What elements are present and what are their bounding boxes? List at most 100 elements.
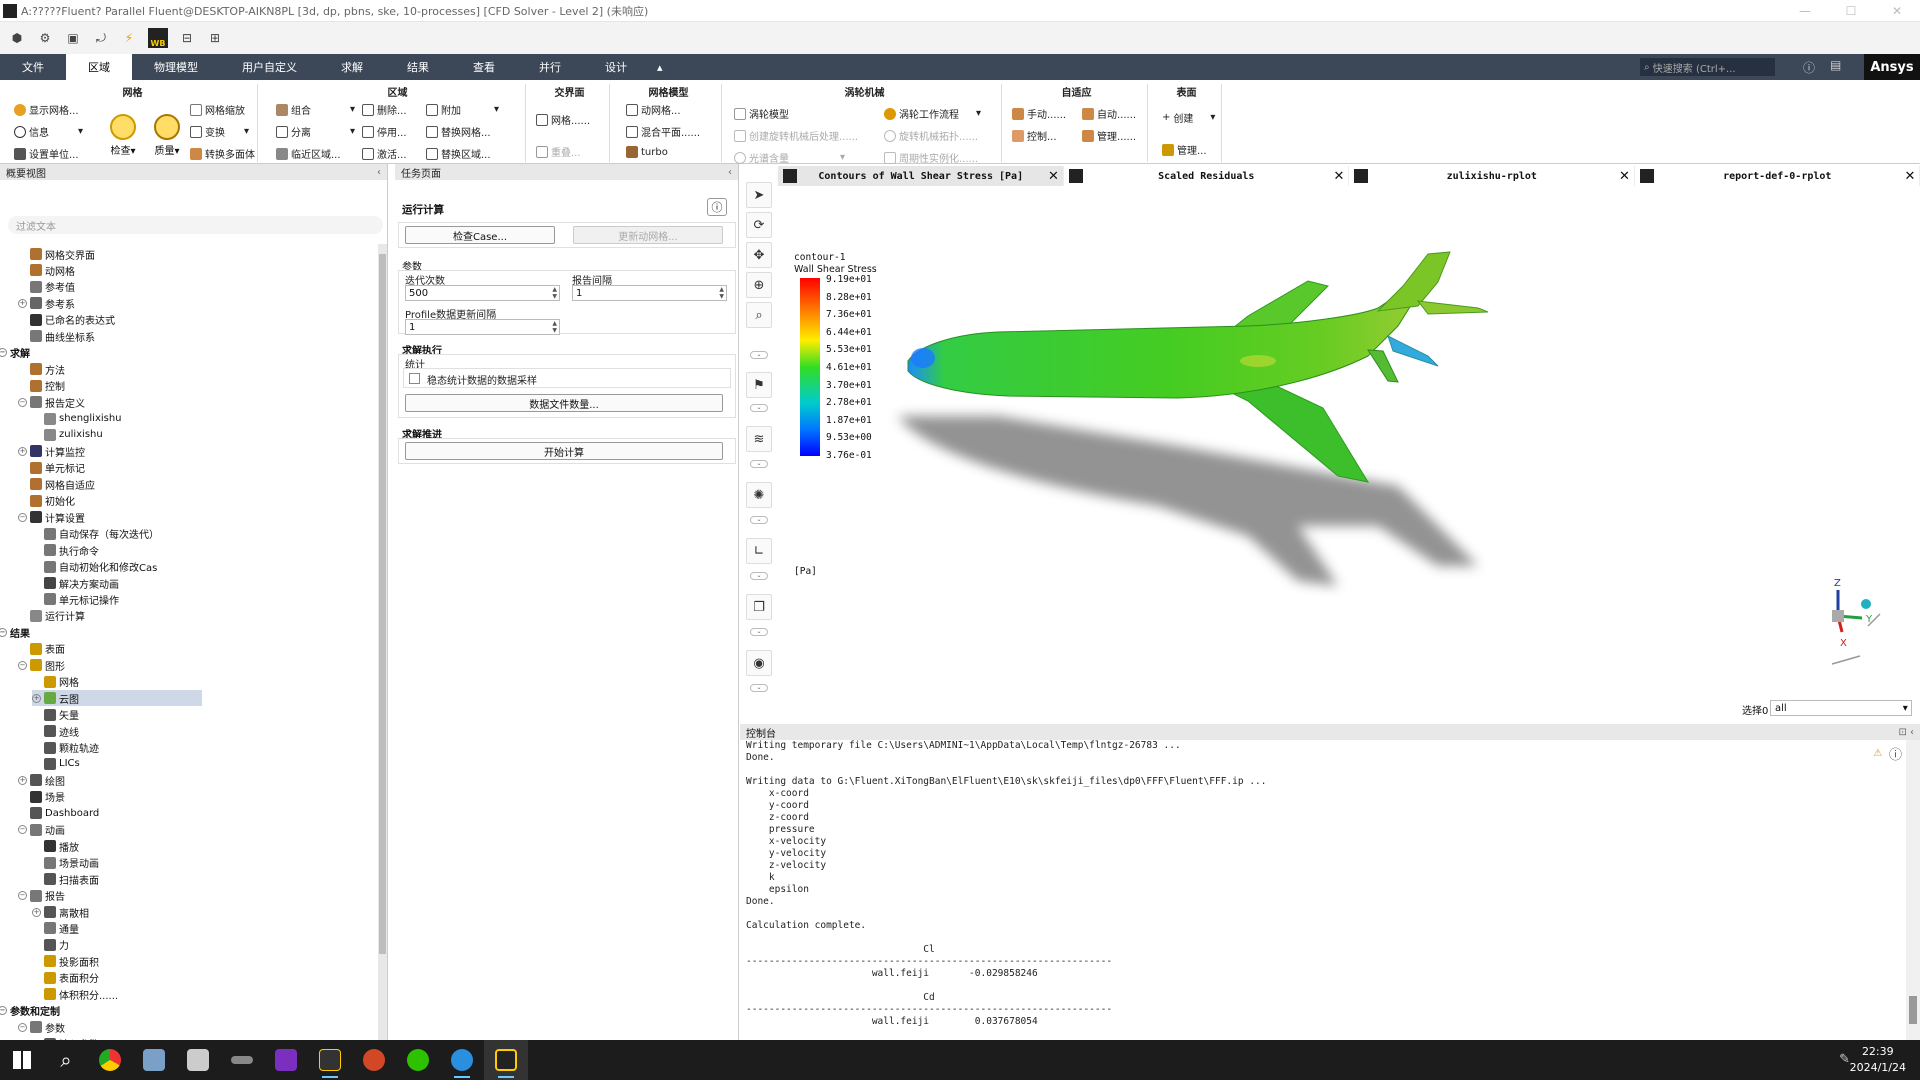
quick-search-input[interactable]: ⌕ 快速搜索 (Ctrl+... (1640, 58, 1775, 76)
check-button[interactable]: 检查▾ (106, 114, 140, 157)
wechat-icon[interactable] (396, 1040, 440, 1080)
close-window-button[interactable]: ✕ (1874, 0, 1920, 22)
overlap-button[interactable]: 重叠... (536, 144, 581, 159)
zoom-icon[interactable]: ⌕ (746, 302, 772, 328)
manage-surface-button[interactable]: 管理... (1162, 142, 1207, 157)
file-explorer-icon[interactable] (176, 1040, 220, 1080)
display-mesh-button[interactable]: 显示网格... (14, 102, 79, 117)
expand-icon[interactable]: + (18, 298, 27, 308)
tree-node[interactable]: shenglixishu (32, 411, 122, 427)
tree-node[interactable]: + 绘图 (18, 772, 65, 788)
tree-node[interactable]: 自动保存（每次迭代） (32, 526, 159, 542)
tree-node[interactable]: − 求解 (0, 345, 30, 361)
collapse-icon[interactable]: − (18, 1022, 27, 1032)
tab-results[interactable]: 结果 (385, 54, 451, 80)
collapse-icon[interactable]: − (18, 397, 27, 407)
tree-node[interactable]: − 报告定义 (18, 394, 85, 410)
tree-node[interactable]: 解决方案动画 (32, 575, 119, 591)
tree-node[interactable]: 场景动画 (32, 855, 99, 871)
onenote-icon[interactable] (264, 1040, 308, 1080)
tree-node[interactable]: 播放 (32, 838, 79, 854)
deactivate-button[interactable]: 停用... (362, 124, 407, 139)
profile-interval-input[interactable]: 1 ▲ ▼ (405, 319, 560, 335)
mixing-plane-button[interactable]: 混合平面...... (626, 124, 700, 139)
expand-icon[interactable]: + (32, 907, 41, 917)
tree-node[interactable]: 力 (32, 937, 69, 953)
tree-node[interactable]: 网格自适应 (18, 476, 95, 492)
interface-mesh-button[interactable]: 网格...... (536, 112, 590, 127)
tab-parallel[interactable]: 并行 (517, 54, 583, 80)
adjacent-zones-button[interactable]: 临近区域... (276, 146, 341, 161)
fluent-taskbar-icon[interactable] (484, 1040, 528, 1080)
console-controls-icon[interactable]: ⊡ ‹ (1898, 727, 1914, 738)
collapse-icon[interactable]: − (18, 660, 27, 670)
tree-node[interactable]: 体积积分...... (32, 986, 118, 1002)
expand-chevron-icon[interactable]: ⌄ (750, 404, 768, 412)
expand-chevron-icon[interactable]: ⌄ (750, 628, 768, 636)
tab-physics[interactable]: 物理模型 (132, 54, 220, 80)
flag-icon[interactable]: ⚑ (746, 372, 772, 398)
update-dynamic-mesh-button[interactable]: 更新动网格... (573, 226, 723, 244)
delete-zone-button[interactable]: 删除... (362, 102, 407, 117)
expand-chevron-icon[interactable]: ⌄ (750, 460, 768, 468)
combine-button[interactable]: 组合 ▾ (276, 102, 355, 117)
activate-button[interactable]: 激活... (362, 146, 407, 161)
turbo-postprocess-button[interactable]: 创建旋转机械后处理...... (734, 128, 858, 143)
tree-node[interactable]: − 参数 (18, 1019, 65, 1035)
console-output[interactable]: Writing temporary file C:\Users\ADMINI~1… (740, 740, 1906, 1040)
layout-icon[interactable]: ⊟ (178, 29, 196, 47)
tree-node[interactable]: 参考值 (18, 279, 75, 295)
collapse-icon[interactable]: − (0, 1006, 7, 1016)
append-button[interactable]: 附加 ▾ (426, 102, 499, 117)
tree-node[interactable]: + 计算监控 (18, 443, 85, 459)
close-tab-icon[interactable]: ✕ (1045, 169, 1063, 184)
dynamic-mesh-button[interactable]: 动网格... (626, 102, 681, 117)
auto-adapt-button[interactable]: 自动...... (1082, 106, 1136, 121)
pen-icon[interactable] (220, 1040, 264, 1080)
tree-node[interactable]: 动网格 (18, 262, 75, 278)
zoom-box-icon[interactable]: ⊕ (746, 272, 772, 298)
load-icon[interactable]: ⚙ (36, 29, 54, 47)
collapse-icon[interactable]: − (0, 627, 7, 637)
tab-file[interactable]: 文件 (0, 54, 66, 80)
axes-icon[interactable]: ∟ (746, 538, 772, 564)
workbench-taskbar-icon[interactable] (308, 1040, 352, 1080)
manual-adapt-button[interactable]: 手动...... (1012, 106, 1066, 121)
tab-user-defined[interactable]: 用户自定义 (220, 54, 319, 80)
expand-chevron-icon[interactable]: ⌄ (750, 684, 768, 692)
open-icon[interactable]: ⬢ (8, 29, 26, 47)
data-file-quantities-button[interactable]: 数据文件数量... (405, 394, 723, 412)
layout-toggle-icon[interactable]: ▤ (1830, 58, 1841, 72)
link-icon[interactable]: ⤾ (92, 29, 110, 47)
collapse-icon[interactable]: − (18, 512, 27, 522)
lightning-icon[interactable]: ⚡ (120, 29, 138, 47)
collapse-task-icon[interactable]: ‹ (728, 167, 732, 178)
tree-node[interactable]: 自动初始化和修改Cas (32, 559, 157, 575)
set-units-button[interactable]: 设置单位... (14, 146, 79, 161)
tree-node[interactable]: + 离散相 (32, 904, 89, 920)
collapse-icon[interactable]: − (18, 825, 27, 835)
close-tab-icon[interactable]: ✕ (1616, 169, 1634, 184)
report-interval-input[interactable]: 1 ▲ ▼ (572, 285, 727, 301)
tree-node[interactable]: 方法 (18, 361, 65, 377)
spectral-content-button[interactable]: 光谱含量 ▾ (734, 150, 845, 165)
help-button[interactable]: ⓘ (707, 198, 727, 216)
start-calculation-button[interactable]: 开始计算 (405, 442, 723, 460)
adapt-manage-button[interactable]: 管理...... (1082, 128, 1136, 143)
expand-chevron-icon[interactable]: ⌄ (750, 516, 768, 524)
tree-node[interactable]: + 云图 (32, 690, 202, 707)
graphics-viewport[interactable]: Z Y X contour-1 Wall Shear Stress 9.19e+… (778, 186, 1920, 724)
info-icon[interactable]: ⓘ (1889, 744, 1902, 763)
tree-node[interactable]: 迹线 (32, 723, 79, 739)
outline-scrollbar[interactable] (378, 244, 387, 1040)
calculator-icon[interactable] (132, 1040, 176, 1080)
tree-node[interactable]: 控制 (18, 378, 65, 394)
chrome-icon[interactable] (88, 1040, 132, 1080)
expand-icon[interactable]: + (32, 693, 41, 703)
collapse-icon[interactable]: − (0, 348, 7, 358)
browser-icon[interactable] (440, 1040, 484, 1080)
periodic-instancing-button[interactable]: 周期性实例化...... (884, 150, 978, 165)
pan-icon[interactable]: ✥ (746, 242, 772, 268)
copy-icon[interactable]: ❐ (746, 594, 772, 620)
ribbon-collapse-icon[interactable]: ▴ (649, 54, 671, 80)
